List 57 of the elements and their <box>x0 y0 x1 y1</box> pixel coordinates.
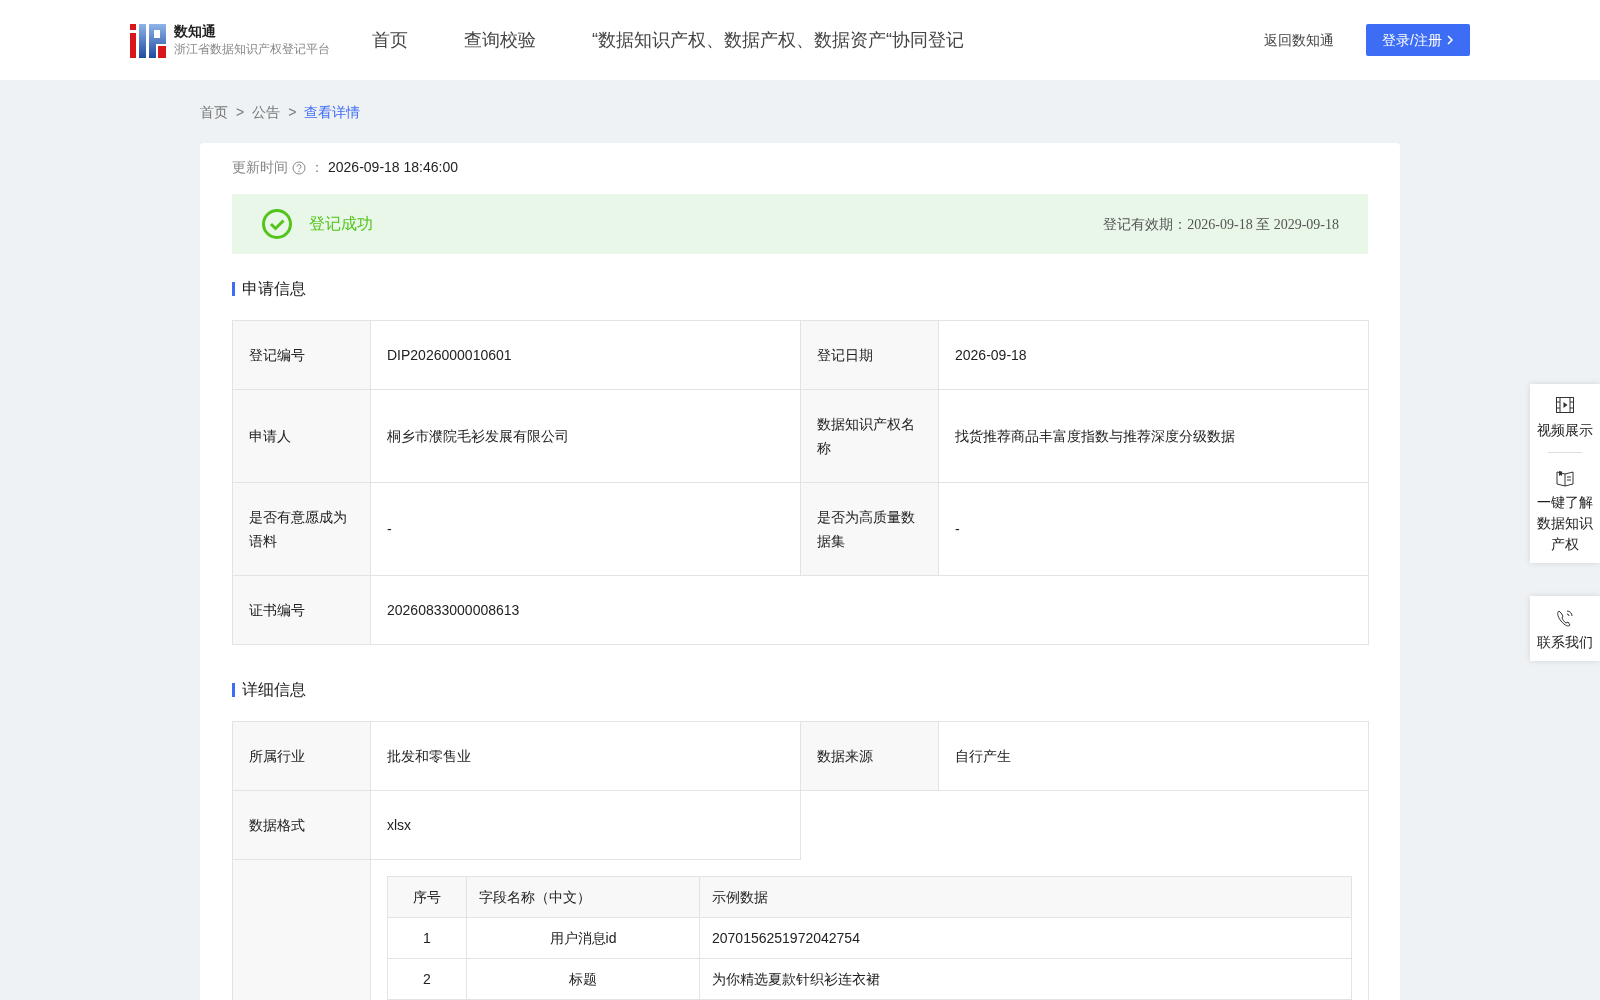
field-value: 批发和零售业 <box>370 721 801 791</box>
logo-icon <box>130 22 166 58</box>
status-text: 登记成功 <box>309 214 373 234</box>
field-label: 数据知识产权名称 <box>800 389 939 483</box>
nav-link[interactable]: 首页 <box>372 26 408 54</box>
video-icon <box>1555 396 1575 416</box>
table-cell: 标题 <box>466 958 700 1000</box>
chevron-right-icon <box>1446 35 1454 45</box>
field-value: 找货推荐商品丰富度指数与推荐深度分级数据 <box>938 389 1369 483</box>
field-label: 登记编号 <box>232 320 371 390</box>
field-label: 证书编号 <box>232 575 371 645</box>
section-title: 详细信息 <box>232 683 1368 697</box>
section-title: 申请信息 <box>232 282 1368 296</box>
nav-link[interactable]: 查询校验 <box>464 26 536 54</box>
field-value: 自行产生 <box>938 721 1369 791</box>
field-value: - <box>938 482 1369 576</box>
book-icon <box>1555 468 1575 488</box>
phone-icon <box>1555 608 1575 628</box>
login-button[interactable]: 登录/注册 <box>1366 24 1470 56</box>
field-value: - <box>370 482 801 576</box>
breadcrumb-link[interactable]: 公告 <box>252 102 281 123</box>
field-label: 申请人 <box>232 389 371 483</box>
side-menu-item[interactable]: 联系我们 <box>1530 596 1600 661</box>
column-header: 序号 <box>387 876 467 918</box>
logo-title: 数知通 <box>174 22 217 40</box>
back-link[interactable]: 返回数知通 <box>1264 29 1335 51</box>
column-header: 字段名称（中文） <box>466 876 700 918</box>
field-value: 2026-09-18 <box>938 320 1369 390</box>
logo-subtitle: 浙江省数据知识产权登记平台 <box>174 41 330 58</box>
column-header: 示例数据 <box>699 876 1352 918</box>
table-cell: 用户消息id <box>466 917 700 959</box>
update-label: 更新时间 <box>232 158 288 177</box>
field-label: 数据格式 <box>232 790 371 860</box>
breadcrumb-separator: > <box>236 103 245 122</box>
field-label: 数据来源 <box>800 721 939 791</box>
breadcrumb-link[interactable]: 查看详情 <box>304 102 361 123</box>
breadcrumb-separator: > <box>288 103 297 122</box>
side-menu-item[interactable]: 一键了解数据知识产权 <box>1530 456 1600 563</box>
breadcrumb-link[interactable]: 首页 <box>200 102 228 123</box>
help-icon <box>292 160 306 175</box>
field-value: DIP2026000010601 <box>370 320 801 390</box>
field-label: 是否有意愿成为语料 <box>232 482 371 576</box>
table-cell: 1 <box>387 917 467 959</box>
table-cell: 2070156251972042754 <box>699 917 1352 959</box>
update-separator: ： <box>310 158 324 177</box>
field-value: xlsx <box>370 790 801 860</box>
validity-text: 登记有效期：2026-09-18 至 2029-09-18 <box>1103 215 1339 234</box>
nav-link[interactable]: “数据知识产权、数据产权、数据资产“协同登记 <box>592 26 964 54</box>
table-cell: 为你精选夏款针织衫连衣裙 <box>699 958 1352 1000</box>
field-value: 20260833000008613 <box>370 575 1369 645</box>
table-cell: 2 <box>387 958 467 1000</box>
field-label: 所属行业 <box>232 721 371 791</box>
update-time: 2026-09-18 18:46:00 <box>328 158 458 177</box>
field-label: 登记日期 <box>800 320 939 390</box>
field-label: 是否为高质量数据集 <box>800 482 939 576</box>
field-value: 桐乡市濮院毛衫发展有限公司 <box>370 389 801 483</box>
side-menu-item[interactable]: 视频展示 <box>1530 384 1600 449</box>
